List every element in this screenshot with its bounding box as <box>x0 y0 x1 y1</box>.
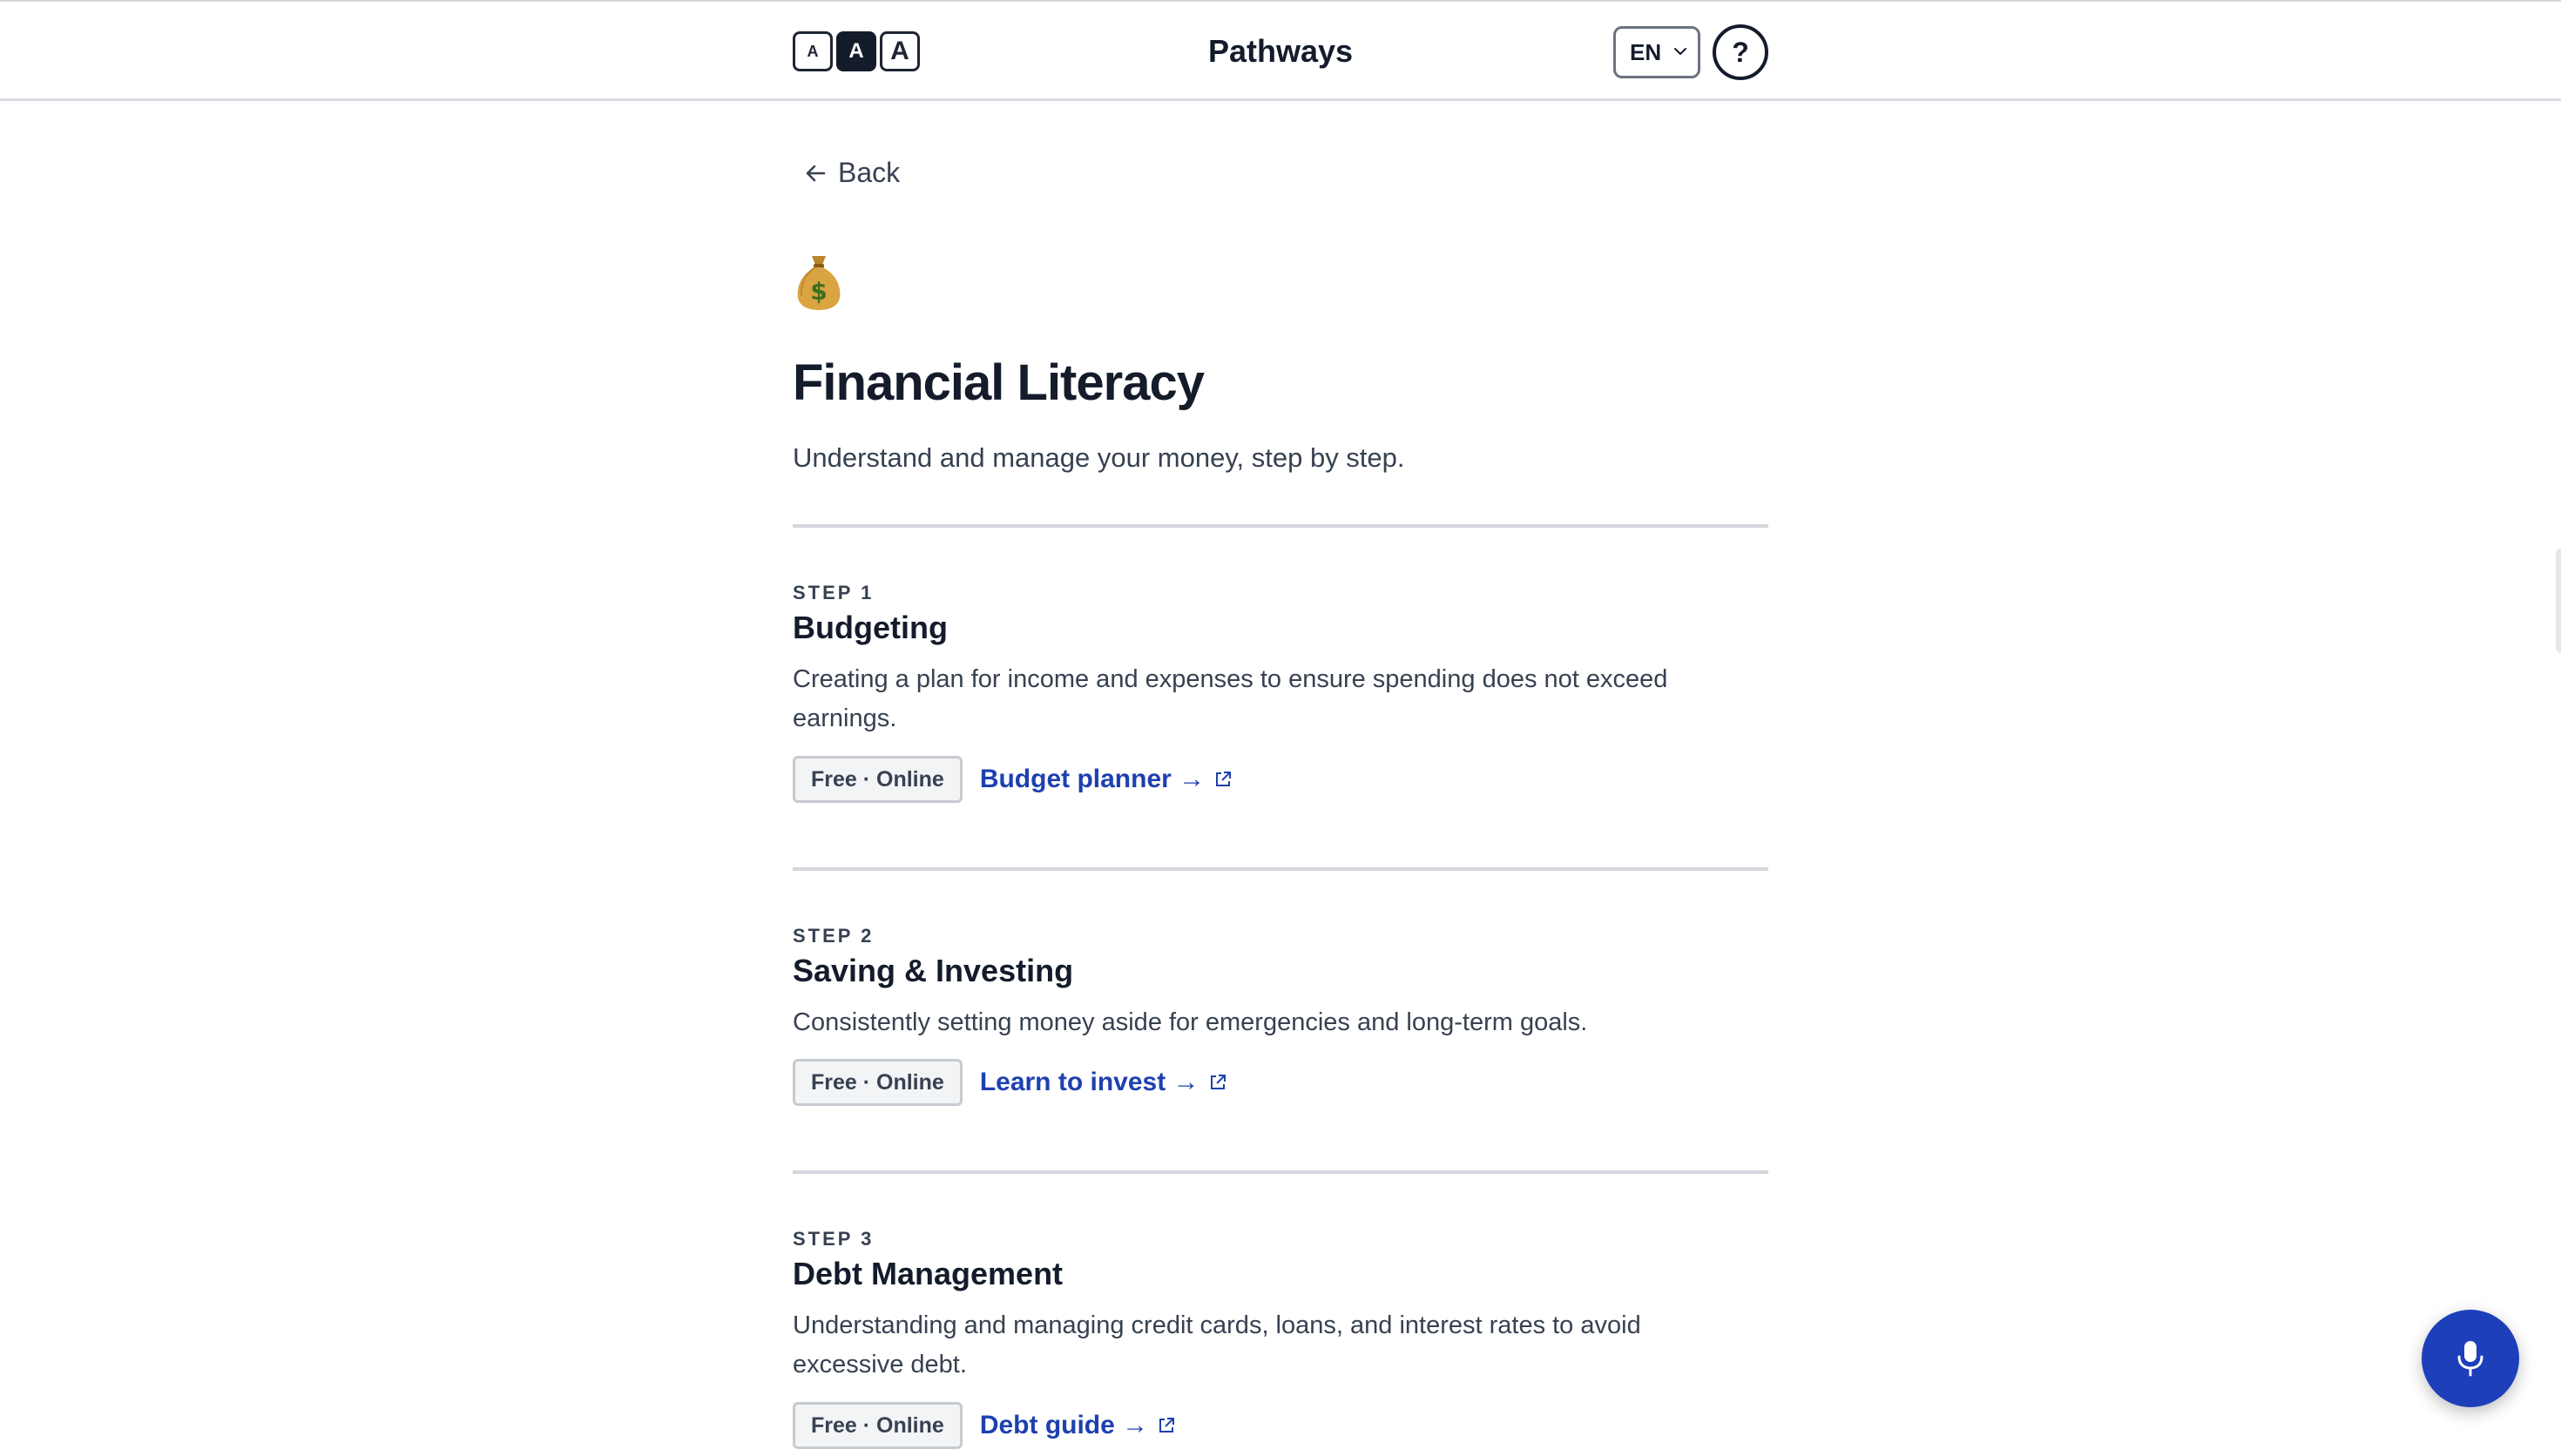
step-description: Consistently setting money aside for eme… <box>793 1008 1588 1036</box>
external-link-icon <box>1216 772 1232 786</box>
step-number: STEP 3 <box>793 1228 875 1250</box>
step-description: Understanding and managing credit cards,… <box>793 1311 1641 1378</box>
arrow-left-icon <box>806 165 826 181</box>
money-bag-icon: $ <box>797 256 841 310</box>
step-description: Creating a plan for income and expenses … <box>793 665 1668 732</box>
chevron-down-icon <box>1674 48 1686 55</box>
header-inner: A A A Pathways EN ? <box>793 2 1768 100</box>
step-meta: Free · Online Debt guide → <box>793 1402 1176 1449</box>
resource-link-label: Learn to invest → <box>979 1068 1199 1096</box>
resource-link[interactable]: Learn to invest → <box>980 1068 1227 1097</box>
back-label: Back <box>838 157 901 188</box>
help-button[interactable]: ? <box>1713 24 1768 80</box>
resource-link-label: Budget planner → <box>979 765 1206 793</box>
cost-format-badge: Free · Online <box>793 1059 963 1106</box>
top-header: A A A Pathways EN ? <box>0 0 2561 101</box>
step-card: STEP 2 Saving & Investing Consistently s… <box>793 867 1768 1170</box>
cost-format-badge: Free · Online <box>793 756 963 803</box>
resource-link-label: Debt guide → <box>979 1411 1149 1439</box>
voice-input-button[interactable] <box>2422 1310 2519 1407</box>
step-number: STEP 2 <box>793 925 875 947</box>
step-meta: Free · Online Budget planner → <box>793 756 1233 803</box>
step-title: Budgeting <box>793 610 948 645</box>
page-title: Financial Literacy <box>793 354 1205 411</box>
external-link-icon <box>1210 1075 1226 1089</box>
resource-link[interactable]: Debt guide → <box>980 1411 1176 1440</box>
language-value: EN <box>1630 38 1662 65</box>
language-select[interactable]: EN <box>1613 26 1700 78</box>
external-link-icon <box>1159 1418 1175 1432</box>
step-card: STEP 1 Budgeting Creating a plan for inc… <box>793 524 1768 867</box>
microphone-icon <box>2457 1341 2483 1377</box>
page-subtitle: Understand and manage your money, step b… <box>793 442 1405 473</box>
step-meta: Free · Online Learn to invest → <box>793 1059 1227 1106</box>
svg-text:$: $ <box>810 277 827 306</box>
step-title: Saving & Investing <box>793 953 1074 988</box>
side-panel-handle[interactable] <box>2556 549 2561 653</box>
resource-link[interactable]: Budget planner → <box>980 765 1233 794</box>
step-number: STEP 1 <box>793 582 875 603</box>
step-title: Debt Management <box>793 1256 1064 1291</box>
cost-format-badge: Free · Online <box>793 1402 963 1449</box>
back-button[interactable]: Back <box>803 157 900 189</box>
step-card: STEP 3 Debt Management Understanding and… <box>793 1170 1768 1456</box>
